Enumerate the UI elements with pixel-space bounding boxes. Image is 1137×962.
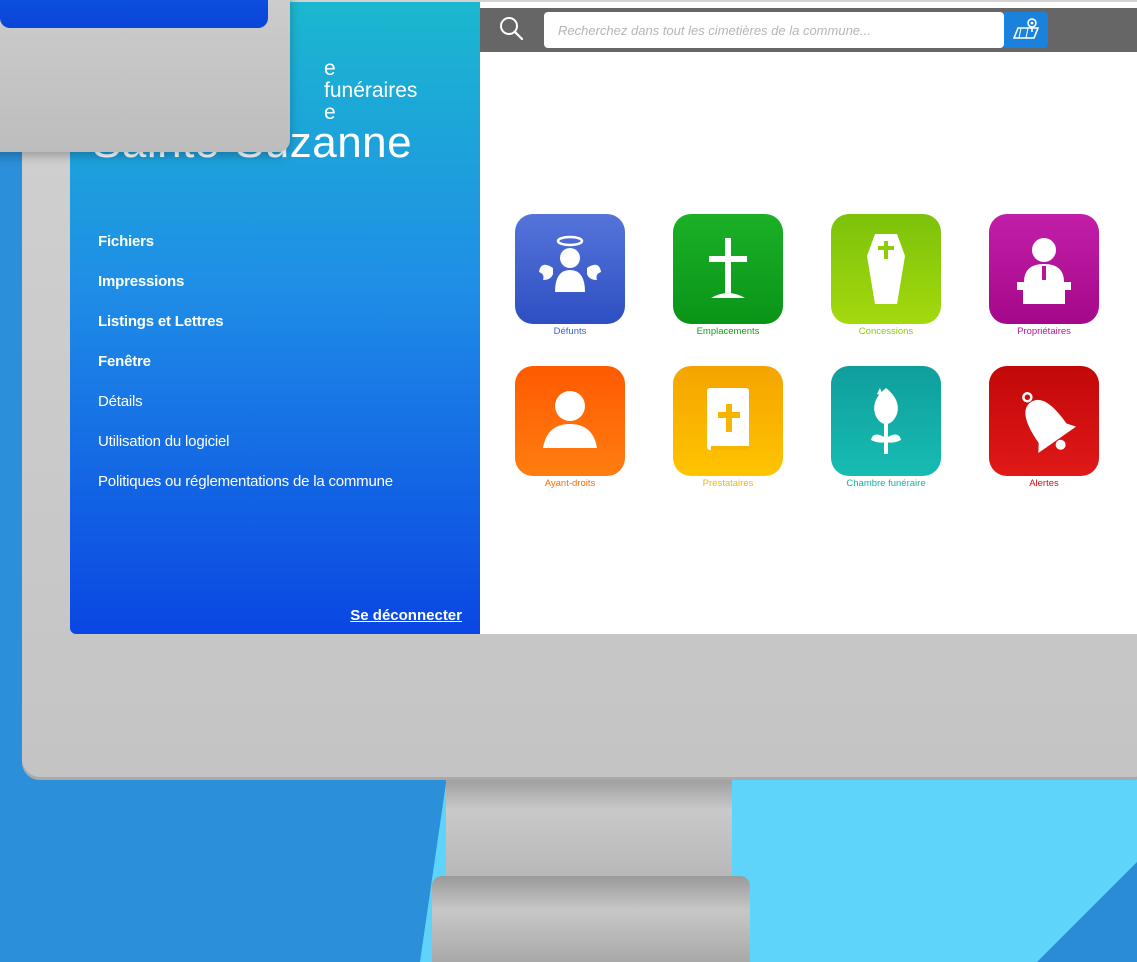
- cross-icon: [709, 238, 747, 298]
- tile-chambre-funeraire[interactable]: Chambre funéraire: [826, 366, 946, 489]
- tile-alertes[interactable]: Alertes: [984, 366, 1104, 489]
- menu-item-politiques[interactable]: Politiques ou réglementations de la comm…: [98, 472, 393, 512]
- menu-item-fenetre[interactable]: Fenêtre: [98, 352, 393, 392]
- search-bar: [480, 8, 1137, 52]
- logout-link[interactable]: Se déconnecter: [350, 607, 462, 624]
- menu-item-fichiers[interactable]: Fichiers: [98, 232, 393, 272]
- tile-alertes-label: Alertes: [1029, 478, 1059, 489]
- tile-defunts-box: [515, 214, 625, 324]
- tile-concessions-box: [831, 214, 941, 324]
- tile-alertes-box: [989, 366, 1099, 476]
- menu-item-utilisation[interactable]: Utilisation du logiciel: [98, 432, 393, 472]
- tile-defunts-label: Défunts: [553, 326, 587, 337]
- bible-icon: [707, 388, 749, 450]
- tile-emplacements[interactable]: Emplacements: [668, 214, 788, 337]
- monitor-stand-base: [432, 876, 750, 962]
- overlay-device: [0, 0, 290, 152]
- tile-prestataires-label: Prestataires: [702, 478, 754, 489]
- tile-concessions[interactable]: Concessions: [826, 214, 946, 337]
- menu-item-details[interactable]: Détails: [98, 392, 393, 432]
- monitor-stand-neck: [446, 778, 732, 884]
- tile-chambre-funeraire-label: Chambre funéraire: [846, 478, 926, 489]
- tile-emplacements-label: Emplacements: [696, 326, 760, 337]
- menu-item-impressions[interactable]: Impressions: [98, 272, 393, 312]
- tile-ayant-droits[interactable]: Ayant-droits: [510, 366, 630, 489]
- overlay-device-screen: [0, 0, 268, 28]
- tile-defunts[interactable]: Défunts: [510, 214, 630, 337]
- tile-prestataires[interactable]: Prestataires: [668, 366, 788, 489]
- tile-emplacements-box: [673, 214, 783, 324]
- tile-ayant-droits-box: [515, 366, 625, 476]
- map-pin-icon: [1012, 18, 1040, 39]
- search-icon[interactable]: [498, 15, 524, 41]
- speaker-icon: [1017, 238, 1071, 304]
- flower-icon: [871, 388, 901, 454]
- tile-concessions-label: Concessions: [858, 326, 914, 337]
- search-input[interactable]: [544, 12, 1004, 48]
- tile-proprietaires-label: Propriétaires: [1017, 326, 1071, 337]
- angel-icon: [539, 235, 601, 292]
- tile-prestataires-box: [673, 366, 783, 476]
- tile-chambre-funeraire-box: [831, 366, 941, 476]
- tile-ayant-droits-label: Ayant-droits: [544, 478, 596, 489]
- tile-proprietaires-box: [989, 214, 1099, 324]
- menu-item-listings-lettres[interactable]: Listings et Lettres: [98, 312, 393, 352]
- person-icon: [543, 391, 597, 448]
- tile-proprietaires[interactable]: Propriétaires: [984, 214, 1104, 337]
- bell-icon: [1022, 391, 1077, 454]
- sidebar-menu: Fichiers Impressions Listings et Lettres…: [98, 232, 393, 512]
- coffin-icon: [867, 234, 905, 304]
- map-button[interactable]: [1004, 12, 1048, 48]
